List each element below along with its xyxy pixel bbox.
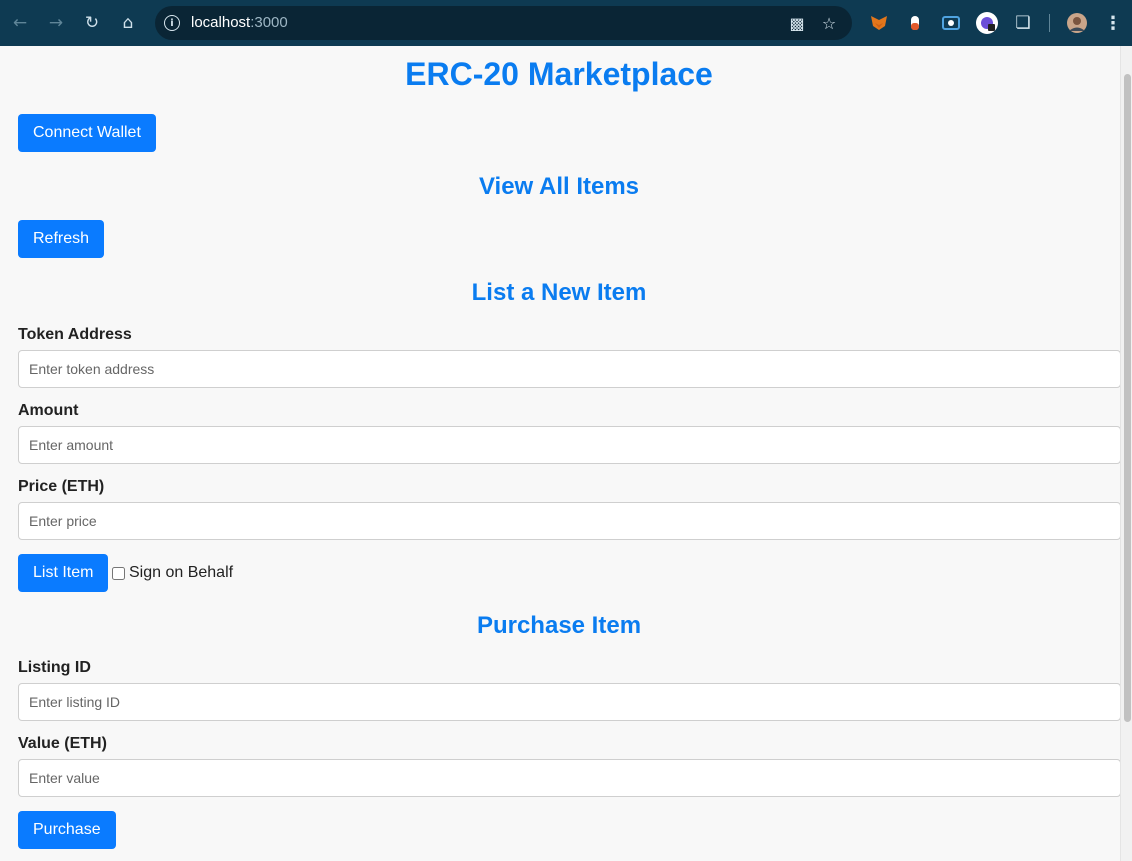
- token-address-input[interactable]: [18, 350, 1121, 388]
- profile-avatar-icon[interactable]: [1064, 10, 1090, 36]
- token-address-label: Token Address: [18, 326, 132, 343]
- page-content: ERC-20 Marketplace Connect Wallet View A…: [0, 46, 1121, 861]
- scrollbar-thumb[interactable]: [1124, 74, 1131, 722]
- install-app-icon[interactable]: ▩: [786, 12, 808, 34]
- value-label: Value (ETH): [18, 735, 107, 752]
- screen-extension-icon[interactable]: [938, 10, 964, 36]
- wallet-extension-icon[interactable]: [974, 10, 1000, 36]
- forward-icon[interactable]: →: [41, 8, 71, 38]
- price-input[interactable]: [18, 502, 1121, 540]
- url-port: :3000: [250, 14, 288, 31]
- url-text: localhost:3000: [191, 14, 288, 31]
- site-info-icon[interactable]: i: [164, 15, 180, 31]
- address-bar[interactable]: i localhost:3000 ▩ ☆: [155, 6, 852, 40]
- amount-input[interactable]: [18, 426, 1121, 464]
- sign-on-behalf-label: Sign on Behalf: [129, 564, 234, 581]
- refresh-button[interactable]: Refresh: [18, 220, 105, 258]
- metamask-extension-icon[interactable]: [866, 10, 892, 36]
- url-host: localhost: [191, 14, 251, 31]
- browser-toolbar: ← → ↻ ⌂ i localhost:3000 ▩ ☆ ❏ ⋮: [0, 0, 1132, 46]
- vertical-scrollbar[interactable]: [1120, 46, 1132, 861]
- sign-on-behalf-checkbox[interactable]: [112, 566, 125, 580]
- list-item-heading: List a New Item: [471, 279, 647, 306]
- back-icon[interactable]: ←: [5, 8, 35, 38]
- price-label: Price (ETH): [18, 478, 105, 495]
- bookmark-star-icon[interactable]: ☆: [818, 12, 840, 34]
- capsule-extension-icon[interactable]: [902, 10, 928, 36]
- listing-id-input[interactable]: [18, 683, 1121, 721]
- reload-icon[interactable]: ↻: [77, 8, 107, 38]
- extensions-puzzle-icon[interactable]: ❏: [1010, 10, 1036, 36]
- purchase-item-heading: Purchase Item: [476, 612, 642, 639]
- home-icon[interactable]: ⌂: [113, 8, 143, 38]
- sign-on-behalf-option[interactable]: Sign on Behalf: [112, 564, 233, 582]
- amount-label: Amount: [18, 402, 79, 419]
- purchase-button[interactable]: Purchase: [18, 811, 116, 849]
- list-item-button[interactable]: List Item: [18, 554, 109, 592]
- connect-wallet-button[interactable]: Connect Wallet: [18, 114, 156, 152]
- listing-id-label: Listing ID: [18, 659, 91, 676]
- browser-menu-icon[interactable]: ⋮: [1100, 10, 1126, 36]
- page-title: ERC-20 Marketplace: [405, 56, 713, 92]
- value-input[interactable]: [18, 759, 1121, 797]
- toolbar-divider: [1049, 14, 1050, 32]
- view-items-heading: View All Items: [478, 173, 640, 200]
